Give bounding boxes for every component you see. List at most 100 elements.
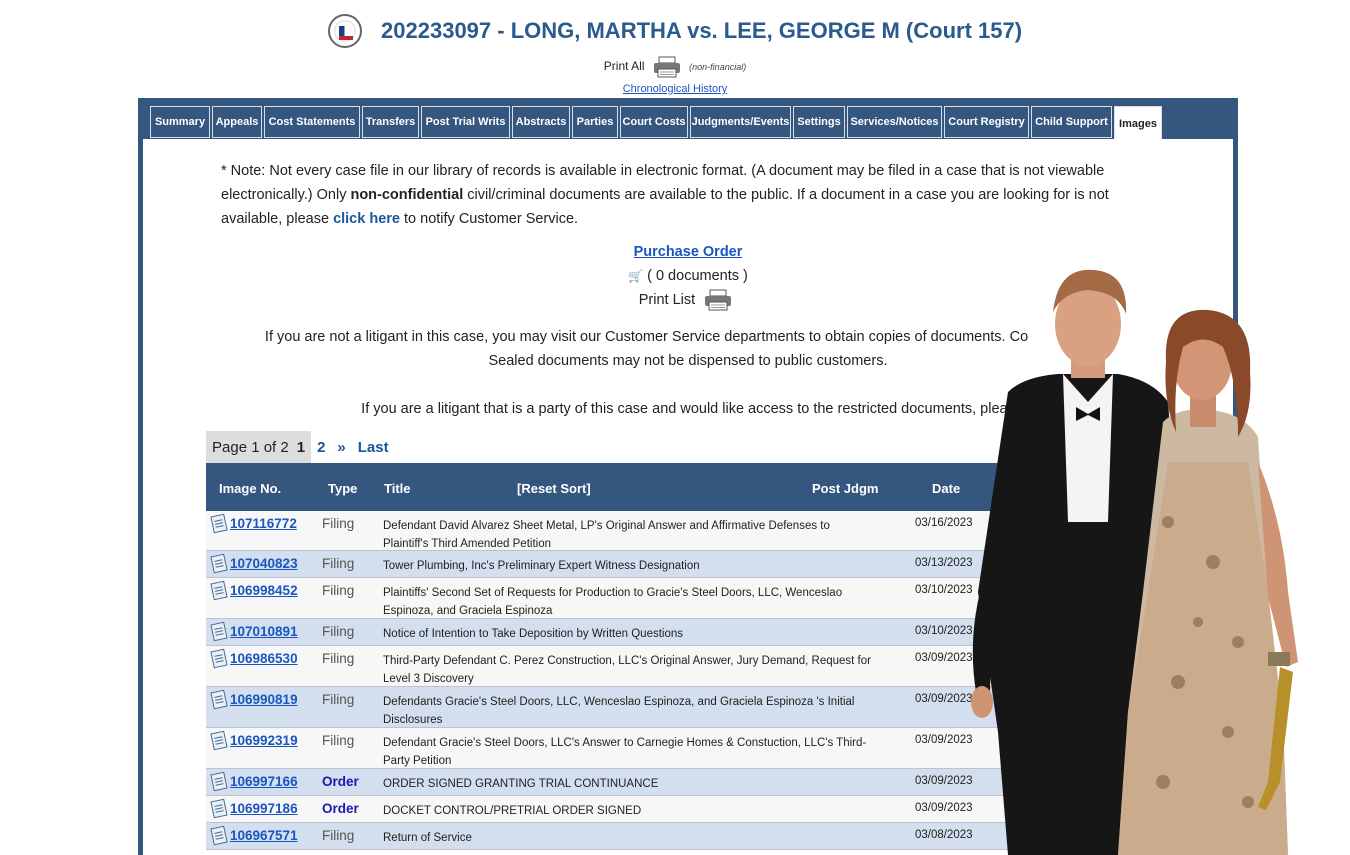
image-no-cell: 107040823	[210, 553, 298, 574]
type-cell: Filing	[322, 828, 355, 843]
cart-icon: 🛒	[628, 269, 644, 283]
tab-abstracts[interactable]: Abstracts	[512, 106, 570, 138]
case-title: 202233097 - LONG, MARTHA vs. LEE, GEORGE…	[381, 18, 1023, 43]
image-no-cell: 106997166	[210, 771, 298, 792]
visit-line-1: If you are not a litigant in this case, …	[264, 329, 1029, 345]
image-no-link[interactable]: 107010891	[230, 624, 298, 639]
header-type[interactable]: Type	[328, 481, 357, 496]
type-cell: Filing	[322, 692, 355, 707]
title-cell: Tower Plumbing, Inc's Preliminary Expert…	[383, 560, 700, 572]
document-icon[interactable]	[210, 621, 228, 642]
tab-child-support[interactable]: Child Support	[1031, 106, 1112, 138]
availability-note: * Note: Not every case file in our libra…	[221, 159, 1161, 231]
page-info: Page 1 of 2	[206, 431, 295, 463]
title-cell: Defendant David Alvarez Sheet Metal, LP'…	[383, 520, 830, 550]
pagination: Page 1 of 2 1 2 » Last	[206, 431, 395, 463]
date-cell: 03/16/2023	[915, 517, 973, 529]
date-cell: 03/08/2023	[915, 829, 973, 841]
image-no-link[interactable]: 106967571	[230, 828, 298, 843]
image-no-link[interactable]: 106992319	[230, 733, 298, 748]
image-no-cell: 106998452	[210, 580, 298, 601]
date-cell: 03/09/2023	[915, 652, 973, 664]
current-page: 1	[294, 431, 312, 463]
image-no-link[interactable]: 106998452	[230, 583, 298, 598]
reset-sort-button[interactable]: [Reset Sort]	[517, 481, 591, 496]
type-cell: Filing	[322, 556, 355, 571]
print-all-label[interactable]: Print All	[604, 59, 645, 73]
county-seal-icon	[327, 14, 362, 48]
tab-summary[interactable]: Summary	[150, 106, 210, 138]
document-icon[interactable]	[210, 648, 228, 669]
type-cell: Filing	[322, 516, 355, 531]
page-2-link[interactable]: 2	[311, 439, 331, 456]
type-cell: Filing	[322, 651, 355, 666]
date-cell: 03/09/2023	[915, 693, 973, 705]
print-list-label[interactable]: Print List	[639, 292, 695, 308]
title-cell: Defendant Gracie's Steel Doors, LLC's An…	[383, 737, 867, 767]
documents-count: ( 0 documents )	[647, 268, 748, 284]
image-no-link[interactable]: 107116772	[230, 516, 297, 531]
tab-images[interactable]: Images	[1114, 106, 1162, 140]
next-page-link[interactable]: »	[331, 439, 351, 456]
tab-post-trial-writs[interactable]: Post Trial Writs	[421, 106, 510, 138]
type-cell: Filing	[322, 733, 355, 748]
title-cell: Third-Party Defendant C. Perez Construct…	[383, 655, 871, 685]
image-no-cell: 106992319	[210, 730, 298, 751]
printer-icon[interactable]	[652, 56, 682, 78]
tab-court-costs[interactable]: Court Costs	[620, 106, 688, 138]
tab-settings[interactable]: Settings	[793, 106, 845, 138]
title-cell: Notice of Intention to Take Deposition b…	[383, 628, 684, 640]
chronological-history-link[interactable]: Chronological History	[623, 83, 728, 95]
date-cell: 03/09/2023	[915, 802, 973, 814]
document-icon[interactable]	[210, 553, 228, 574]
purchase-order-link[interactable]: Purchase Order	[634, 244, 743, 260]
document-icon[interactable]	[210, 825, 228, 846]
document-icon[interactable]	[210, 580, 228, 601]
document-icon[interactable]	[210, 730, 228, 751]
last-page-link[interactable]: Last	[352, 439, 395, 456]
header-date[interactable]: Date	[932, 481, 960, 496]
image-no-cell: 106990819	[210, 689, 298, 710]
type-cell: Order	[322, 774, 359, 789]
date-cell: 03/13/2023	[915, 557, 973, 569]
date-cell: 03/09/2023	[915, 775, 973, 787]
title-cell: Defendants Gracie's Steel Doors, LLC, We…	[383, 696, 855, 726]
tab-parties[interactable]: Parties	[572, 106, 618, 138]
header-title[interactable]: Title	[384, 481, 411, 496]
tab-services-notices[interactable]: Services/Notices	[847, 106, 942, 138]
tab-bar: Summary Appeals Cost Statements Transfers Po…	[150, 106, 1162, 140]
note-text-3: to notify Customer Service.	[399, 211, 579, 227]
print-list-icon[interactable]	[703, 289, 733, 311]
date-cell: 03/10/2023	[915, 625, 973, 637]
header-image-no[interactable]: Image No.	[219, 481, 281, 496]
image-no-link[interactable]: 106986530	[230, 651, 298, 666]
document-icon[interactable]	[210, 771, 228, 792]
image-no-cell: 106967571	[210, 825, 298, 846]
print-all-bar: Print All (non-financial)	[0, 56, 1350, 78]
header-post-jdgm[interactable]: Post Jdgm	[812, 481, 878, 496]
image-no-link[interactable]: 106990819	[230, 692, 298, 707]
image-no-link[interactable]: 107040823	[230, 556, 298, 571]
note-bold: non-confidential	[350, 187, 464, 203]
tab-cost-statements[interactable]: Cost Statements	[264, 106, 360, 138]
document-icon[interactable]	[210, 798, 228, 819]
document-icon[interactable]	[210, 513, 228, 534]
title-cell: Return of Service	[383, 832, 472, 844]
type-cell: Order	[322, 801, 359, 816]
click-here-link[interactable]: click here	[333, 211, 400, 227]
page-header: 202233097 - LONG, MARTHA vs. LEE, GEORGE…	[0, 14, 1350, 48]
image-no-cell: 107116772	[210, 513, 297, 534]
image-no-link[interactable]: 106997166	[230, 774, 298, 789]
image-no-cell: 106997186	[210, 798, 298, 819]
date-cell: 03/09/2023	[915, 734, 973, 746]
tab-court-registry[interactable]: Court Registry	[944, 106, 1029, 138]
tab-judgments-events[interactable]: Judgments/Events	[690, 106, 791, 138]
image-no-cell: 107010891	[210, 621, 298, 642]
tab-transfers[interactable]: Transfers	[362, 106, 419, 138]
type-cell: Filing	[322, 583, 355, 598]
document-icon[interactable]	[210, 689, 228, 710]
title-cell: Plaintiffs' Second Set of Requests for P…	[383, 587, 843, 617]
image-no-link[interactable]: 106997186	[230, 801, 298, 816]
type-cell: Filing	[322, 624, 355, 639]
tab-appeals[interactable]: Appeals	[212, 106, 262, 138]
